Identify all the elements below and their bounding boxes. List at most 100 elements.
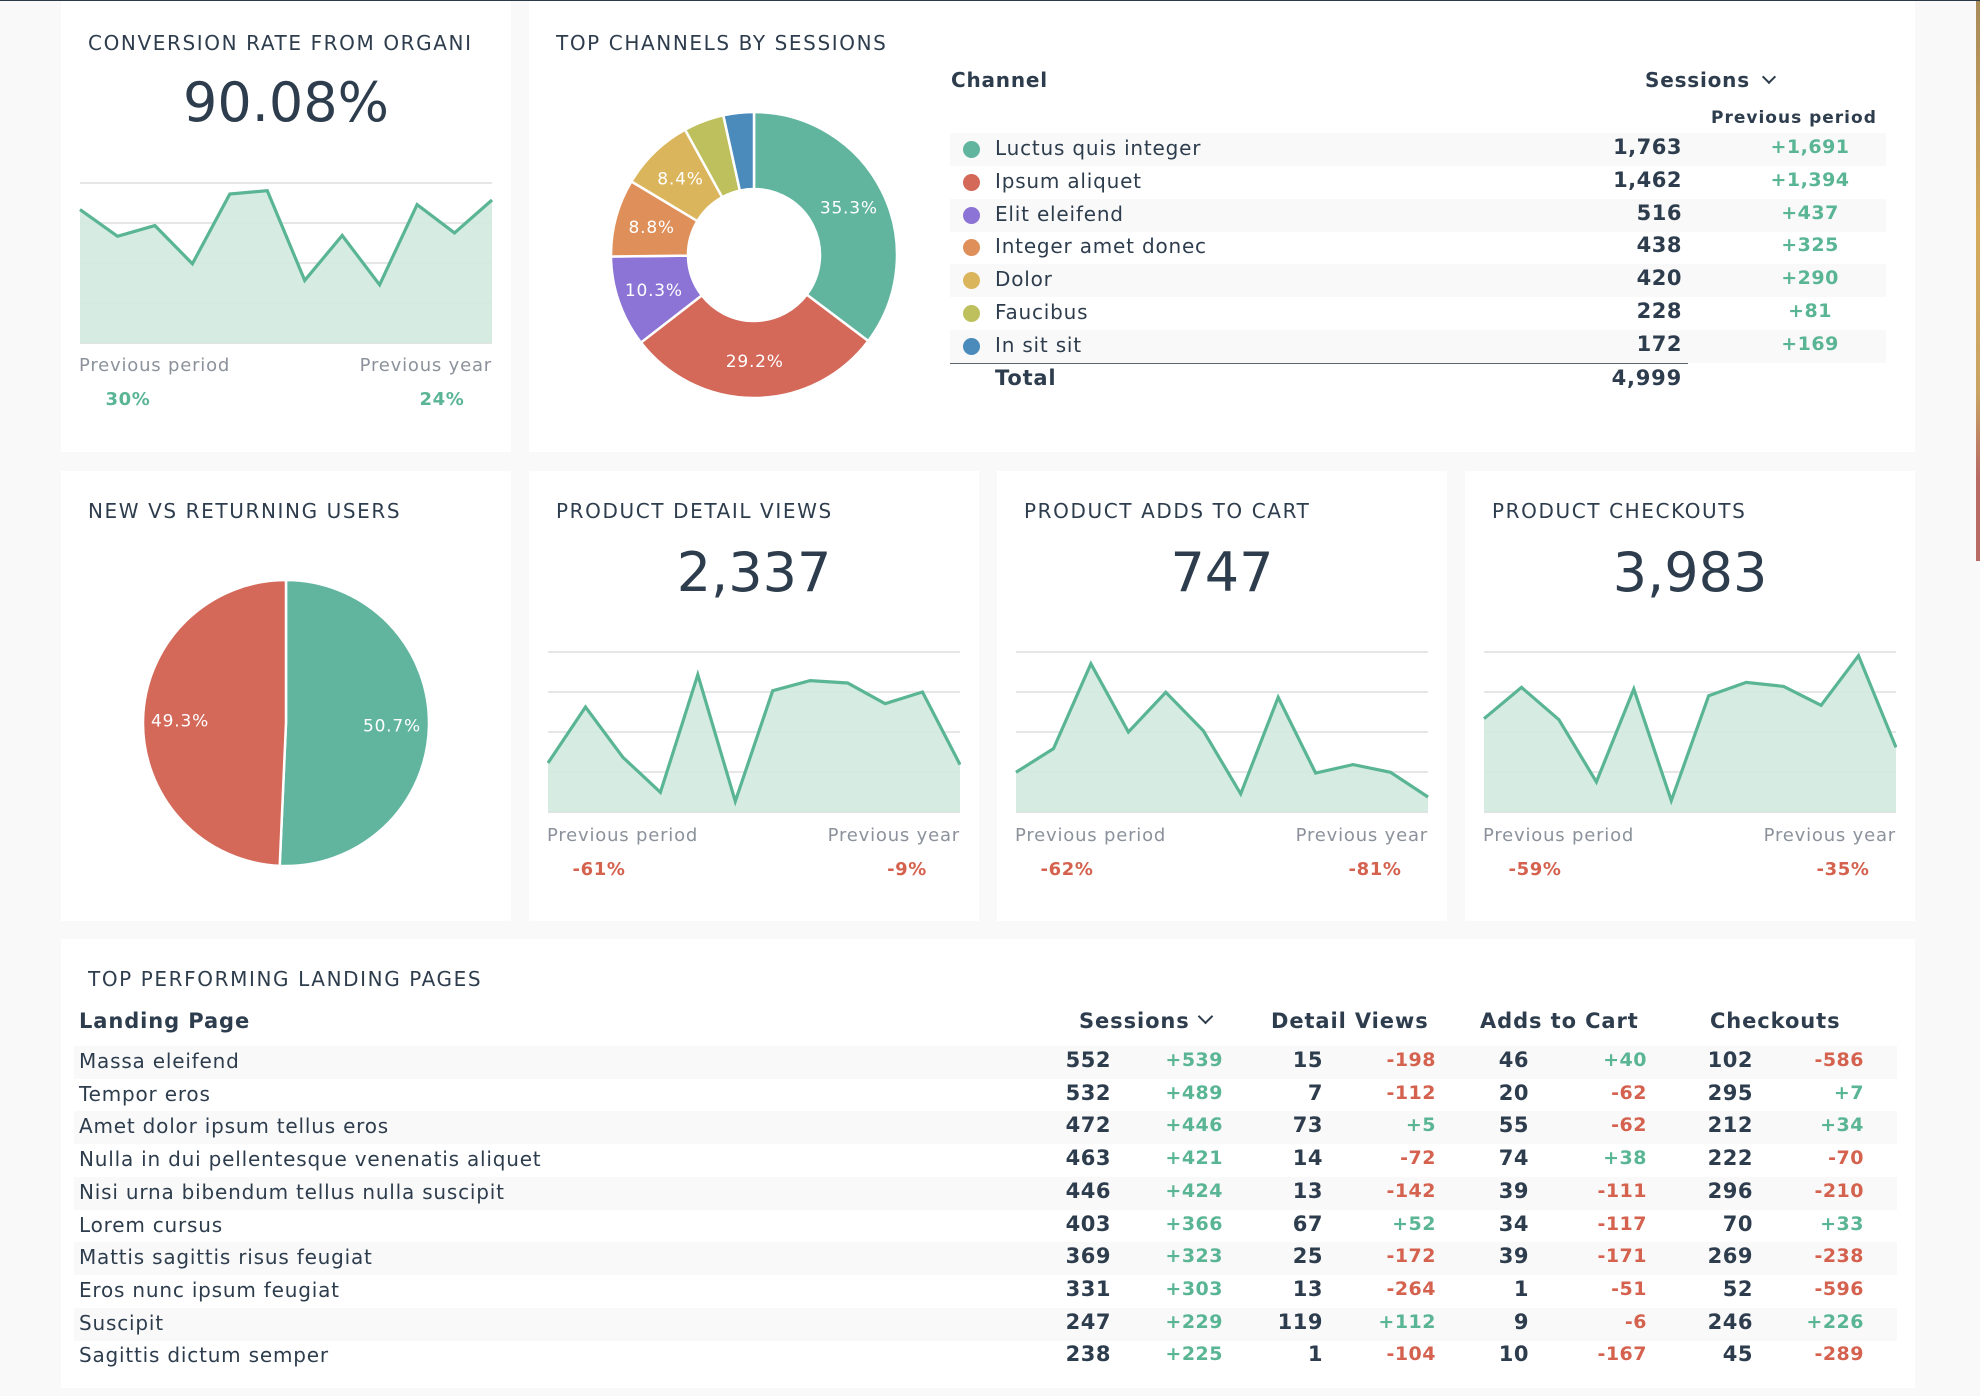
channel-sessions: 1,462 xyxy=(1613,167,1682,192)
adds-delta: -117 xyxy=(1597,1212,1647,1235)
previous-year-label: Previous year xyxy=(359,355,492,376)
channel-name: Luctus quis integer xyxy=(995,136,1202,160)
sessions-value: 552 xyxy=(1065,1048,1111,1072)
landing-page-row: Mattis sagittis risus feugiat 369 +323 25 -1… xyxy=(74,1242,1897,1276)
landing-page-name: Nisi urna bibendum tellus nulla suscipit xyxy=(79,1179,505,1204)
new-vs-returning-card: NEW VS RETURNING USERS 50.7% 49.3% xyxy=(61,471,511,921)
checkouts-value: 52 xyxy=(1722,1276,1753,1301)
channel-sessions: 516 xyxy=(1636,200,1682,225)
sessions-column-header[interactable]: Sessions xyxy=(1079,1008,1213,1033)
card-title: PRODUCT ADDS TO CART xyxy=(1024,499,1311,523)
desktop-edge xyxy=(1976,1,1980,561)
channel-sessions: 420 xyxy=(1636,266,1682,291)
previous-year-value: -9% xyxy=(887,859,927,880)
channel-name: Integer amet donec xyxy=(995,234,1207,259)
landing-page-row: Lorem cursus 403 +366 67 +52 34 -117 70 +33 xyxy=(74,1210,1897,1243)
landing-page-row: Nisi urna bibendum tellus nulla suscipit… xyxy=(74,1176,1897,1210)
channels-donut-chart: 35.3% 29.2% 10.3% 8.8% 8.4% xyxy=(609,110,899,400)
channel-name: In sit sit xyxy=(995,332,1082,357)
landing-page-name: Sagittis dictum semper xyxy=(79,1343,329,1368)
card-title: PRODUCT CHECKOUTS xyxy=(1492,499,1747,523)
legend-dot-icon xyxy=(963,272,980,290)
detail-value: 1 xyxy=(1307,1342,1323,1367)
conversion-rate-card: CONVERSION RATE FROM ORGANI 90.08% Previ… xyxy=(61,1,511,452)
adds-value: 39 xyxy=(1498,1244,1529,1269)
kpi-card: PRODUCT DETAIL VIEWS 2,337 Previous period… xyxy=(529,471,979,921)
sparkline-area xyxy=(1484,655,1896,812)
detail-value: 15 xyxy=(1292,1048,1323,1072)
channel-row: In sit sit 172 +169 xyxy=(950,329,1886,363)
card-title: PRODUCT DETAIL VIEWS xyxy=(556,499,833,523)
landing-page-row: Massa eleifend 552 +539 15 -198 46 +40 102 -586 xyxy=(74,1046,1897,1079)
kpi-value: 3,983 xyxy=(1612,541,1768,604)
checkouts-value: 222 xyxy=(1707,1146,1753,1171)
checkouts-value: 295 xyxy=(1707,1080,1753,1105)
previous-year-value: -35% xyxy=(1816,859,1870,880)
landing-page-row: Eros nunc ipsum feugiat 331 +303 13 -264 1 -51… xyxy=(74,1275,1897,1308)
detail-views-column-header[interactable]: Detail Views xyxy=(1271,1009,1429,1033)
landing-page-name: Tempor eros xyxy=(79,1081,211,1106)
card-title: TOP PERFORMING LANDING PAGES xyxy=(88,967,483,991)
checkouts-value: 296 xyxy=(1707,1178,1753,1203)
pie-label: 8.8% xyxy=(629,218,675,238)
landing-page-name: Mattis sagittis risus feugiat xyxy=(79,1245,373,1270)
users-pie-chart: 50.7% 49.3% xyxy=(141,578,431,868)
channel-name: Dolor xyxy=(995,267,1053,292)
channel-sessions: 1,763 xyxy=(1613,135,1682,159)
checkouts-delta: +33 xyxy=(1820,1212,1864,1235)
pie-label: 29.2% xyxy=(726,352,784,372)
checkouts-delta: +7 xyxy=(1833,1081,1864,1104)
chevron-down-icon xyxy=(1197,1008,1213,1025)
landing-page-column-header: Landing Page xyxy=(79,1009,251,1033)
channel-delta: +1,394 xyxy=(1770,168,1850,191)
sessions-header-label: Sessions xyxy=(1079,1009,1190,1033)
channel-sessions: 172 xyxy=(1636,331,1682,356)
detail-value: 67 xyxy=(1292,1211,1323,1236)
sessions-value: 247 xyxy=(1065,1309,1111,1334)
chevron-down-icon xyxy=(1761,69,1776,85)
landing-page-name: Suscipit xyxy=(79,1310,164,1335)
channel-delta: +290 xyxy=(1781,267,1839,290)
kpi-card: PRODUCT ADDS TO CART 747 Previous period Pr… xyxy=(997,471,1447,921)
total-label: Total xyxy=(995,366,1057,390)
adds-delta: -111 xyxy=(1597,1179,1647,1202)
landing-page-name: Lorem cursus xyxy=(79,1212,223,1237)
checkouts-value: 246 xyxy=(1707,1309,1753,1334)
sessions-value: 472 xyxy=(1065,1113,1111,1138)
pie-slice-luctus-quis-integer[interactable] xyxy=(752,110,899,343)
previous-period-label: Previous period xyxy=(1483,825,1635,846)
channel-name: Faucibus xyxy=(995,300,1089,324)
landing-page-row: Suscipit 247 +229 119 +112 9 -6 246 +226 xyxy=(74,1307,1897,1341)
checkouts-value: 269 xyxy=(1707,1244,1753,1269)
previous-year-value: 24% xyxy=(419,389,465,410)
previous-year-label: Previous year xyxy=(1763,825,1896,846)
landing-page-row: Tempor eros 532 +489 7 -112 20 -62 295 +7 xyxy=(74,1079,1897,1112)
channel-delta: +169 xyxy=(1781,332,1839,355)
legend-dot-icon xyxy=(963,206,980,224)
adds-to-cart-column-header[interactable]: Adds to Cart xyxy=(1480,1009,1639,1033)
landing-page-row: Nulla in dui pellentesque venenatis aliq… xyxy=(74,1144,1897,1177)
sessions-value: 403 xyxy=(1065,1211,1111,1236)
adds-value: 74 xyxy=(1498,1146,1529,1171)
detail-value: 14 xyxy=(1292,1146,1323,1171)
sessions-header-label: Sessions xyxy=(1645,68,1750,92)
landing-page-name: Nulla in dui pellentesque venenatis aliq… xyxy=(79,1147,542,1172)
sessions-column-header[interactable]: Sessions xyxy=(1645,68,1776,92)
kpi-value: 90.08% xyxy=(183,71,389,134)
checkouts-value: 102 xyxy=(1707,1048,1753,1072)
sparkline-chart xyxy=(1483,651,1897,813)
checkouts-column-header[interactable]: Checkouts xyxy=(1710,1009,1840,1033)
detail-value: 13 xyxy=(1292,1276,1323,1301)
detail-value: 25 xyxy=(1292,1244,1323,1269)
adds-value: 9 xyxy=(1513,1309,1529,1334)
previous-year-value: -81% xyxy=(1348,859,1402,880)
detail-value: 73 xyxy=(1292,1113,1323,1138)
sessions-value: 331 xyxy=(1065,1276,1111,1301)
kpi-value: 747 xyxy=(1170,541,1274,604)
checkouts-delta: -70 xyxy=(1828,1147,1864,1170)
previous-period-value: 30% xyxy=(105,389,151,410)
sessions-value: 532 xyxy=(1065,1080,1111,1105)
legend-dot-icon xyxy=(963,239,980,257)
adds-delta: -6 xyxy=(1624,1310,1647,1333)
previous-period-value: -62% xyxy=(1040,859,1094,880)
